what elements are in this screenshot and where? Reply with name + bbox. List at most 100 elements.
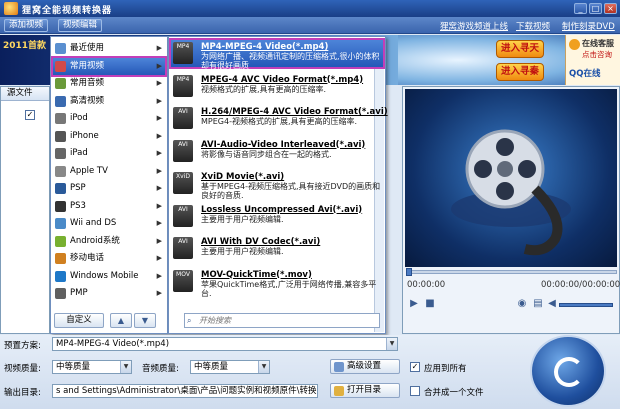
audio-quality-select[interactable]: 中等质量 ▼ (190, 360, 270, 374)
chevron-right-icon: ▶ (156, 149, 162, 157)
menu-item-iphone[interactable]: iPhone ▶ (53, 128, 165, 145)
menu-item-label: Android系统 (70, 235, 120, 246)
chevron-down-icon: ▼ (120, 361, 131, 373)
close-button[interactable]: × (604, 3, 617, 14)
format-item[interactable]: AVI H.264/MPEG-4 AVC Video Format(*.avi) M… (171, 105, 388, 132)
chevron-right-icon: ▶ (156, 201, 162, 210)
menu-item-windows[interactable]: Windows Mobile ▶ (53, 268, 165, 285)
chevron-right-icon: ▶ (156, 219, 162, 227)
format-description: 苹果QuickTime格式,广泛用于网络传播,兼容多平台. (201, 279, 377, 298)
advanced-settings-button[interactable]: 高级设置 (330, 359, 400, 374)
format-search-input[interactable] (184, 313, 380, 328)
chevron-right-icon: ▶ (156, 131, 162, 140)
volume-icon[interactable]: ◀ (545, 297, 559, 311)
app-logo-icon (4, 2, 18, 15)
menu-item-phone[interactable]: 移动电话 ▶ (53, 250, 165, 267)
format-item[interactable]: MOV MOV-QuickTime(*.mov) 苹果QuickTime格式,广泛用… (171, 268, 383, 298)
menu-item-clock[interactable]: 最近使用 ▶ (53, 40, 165, 57)
convert-button[interactable] (530, 335, 606, 407)
menu-item-android[interactable]: Android系统 ▶ (53, 233, 165, 250)
video-quality-select[interactable]: 中等质量 ▼ (52, 360, 132, 374)
ipod-icon (55, 113, 66, 124)
format-item[interactable]: MP4 MP4-MPEG-4 Video(*.mp4) 为网络广播、视频通讯定制的压… (169, 38, 385, 70)
menu-item-wii[interactable]: Wii and DS ▶ (53, 215, 165, 232)
source-file-list[interactable]: 源文件 ✓ (0, 86, 50, 334)
format-item[interactable]: AVI AVI With DV Codec(*.avi) 主要用于用户视频编辑. (171, 235, 383, 262)
pmp-icon (55, 288, 66, 299)
promo-xuntian-button[interactable]: 进入寻天 (496, 40, 544, 58)
menu-item-appletv[interactable]: Apple TV ▶ (53, 163, 165, 180)
video-quality-label: 视频质量: (4, 364, 41, 374)
move-down-button[interactable]: ▼ (134, 313, 156, 328)
format-item[interactable]: MP4 MPEG-4 AVC Video Format(*.mp4) 视频格式的扩展… (171, 73, 383, 100)
chevron-right-icon: ▶ (156, 236, 162, 245)
appletv-icon (55, 165, 66, 177)
menu-item-ipad[interactable]: iPad ▶ (53, 145, 165, 162)
minimize-button[interactable]: _ (574, 3, 587, 14)
download-video-link[interactable]: 下载视频 (516, 20, 550, 32)
video-format-icon: AVI (173, 204, 193, 227)
menu-item-label: PS3 (70, 200, 86, 211)
menu-item-ipod[interactable]: iPod ▶ (53, 110, 165, 127)
menu-item-film[interactable]: 常用视频 ▶ (51, 55, 167, 77)
cs-consult-label: 点击咨询 (582, 50, 612, 59)
menu-item-music[interactable]: 常用音频 ▶ (53, 75, 165, 92)
menu-bottom-bar: 自定义 ▲ ▼ ⌕ (50, 310, 386, 332)
promo-xunqin-button[interactable]: 进入寻秦 (496, 63, 544, 81)
chevron-right-icon: ▶ (156, 271, 162, 280)
customer-service-box[interactable]: 在线客服 点击咨询 QQ在线 (565, 35, 620, 85)
menu-item-label: iPod (70, 113, 88, 123)
menu-item-psp[interactable]: PSP ▶ (53, 180, 165, 197)
cs-online-label: 在线客服 (582, 39, 614, 48)
convert-icon (554, 357, 584, 387)
folder-icon[interactable]: ▤ (531, 297, 545, 311)
maximize-button[interactable]: □ (589, 3, 602, 14)
seek-thumb[interactable] (406, 268, 412, 276)
apply-all-checkbox[interactable]: ✓ (410, 362, 420, 372)
menu-item-label: 常用音频 (70, 78, 105, 88)
folder-icon (334, 386, 344, 396)
merge-checkbox[interactable] (410, 386, 420, 396)
source-file-header: 源文件 (1, 87, 49, 101)
audio-quality-label: 音频质量: (142, 364, 179, 374)
file-checkbox[interactable]: ✓ (25, 110, 35, 120)
video-format-icon: MP4 (173, 74, 193, 97)
game-channel-link[interactable]: 狸窝游戏频道上线 (440, 20, 508, 32)
format-name: AVI-Audio-Video Interleaved(*.avi) (201, 139, 366, 150)
output-dir-input[interactable]: s and Settings\Administrator\桌面\产品\问题实例和… (52, 384, 318, 398)
phone-icon (55, 253, 66, 264)
menu-item-pmp[interactable]: PMP ▶ (53, 285, 165, 302)
burn-dvd-link[interactable]: 制作刻录DVD (562, 20, 615, 32)
menu-item-hd[interactable]: 高清视频 ▶ (53, 93, 165, 110)
play-icon[interactable]: ▶ (407, 297, 421, 311)
format-description: 基于MPEG4-视频压缩格式,具有接近DVD的画质和良好的音质. (201, 182, 381, 200)
clock-icon (55, 43, 66, 54)
menu-item-label: Windows Mobile (70, 270, 139, 281)
format-item[interactable]: AVI Lossless Uncompressed Avi(*.avi) 主要用于用… (171, 203, 383, 230)
video-format-icon: AVI (173, 107, 193, 129)
video-format-icon: AVI (173, 237, 193, 259)
camera-icon[interactable]: ◉ (515, 297, 529, 311)
menu-item-label: PMP (70, 288, 88, 298)
video-edit-button[interactable]: 视频编辑 (58, 19, 103, 32)
volume-slider[interactable] (559, 303, 613, 307)
format-item[interactable]: XviD XviD Movie(*.avi) 基于MPEG4-视频压缩格式,具有接近… (171, 170, 383, 200)
format-submenu: MP4 MP4-MPEG-4 Video(*.mp4) 为网络广播、视频通讯定制的压… (168, 36, 388, 334)
open-dir-button[interactable]: 打开目录 (330, 383, 400, 398)
video-format-icon: MP4 (173, 42, 193, 64)
film-icon (55, 60, 66, 72)
preset-select[interactable]: MP4-MPEG-4 Video(*.mp4) ▼ (52, 337, 398, 351)
category-menu: 最近使用 ▶ 常用视频 ▶ 常用音频 ▶ 高清视频 ▶ iPod ▶ iPhone ▶ iPad ▶ App… (50, 36, 168, 334)
format-item[interactable]: AVI AVI-Audio-Video Interleaved(*.avi) 将影像… (171, 138, 383, 165)
stop-icon[interactable]: ■ (423, 297, 437, 311)
add-video-button[interactable]: 添加视频 (4, 19, 49, 32)
custom-button[interactable]: 自定义 (54, 313, 104, 328)
menu-item-label: iPad (70, 148, 88, 158)
move-up-button[interactable]: ▲ (110, 313, 132, 328)
menu-item-ps3[interactable]: PS3 ▶ (53, 198, 165, 215)
seek-bar[interactable] (406, 268, 617, 276)
qq-online-link[interactable]: QQ在线 (569, 67, 600, 79)
chevron-right-icon: ▶ (156, 184, 162, 192)
windows-icon (55, 270, 66, 282)
chevron-right-icon: ▶ (156, 166, 162, 175)
